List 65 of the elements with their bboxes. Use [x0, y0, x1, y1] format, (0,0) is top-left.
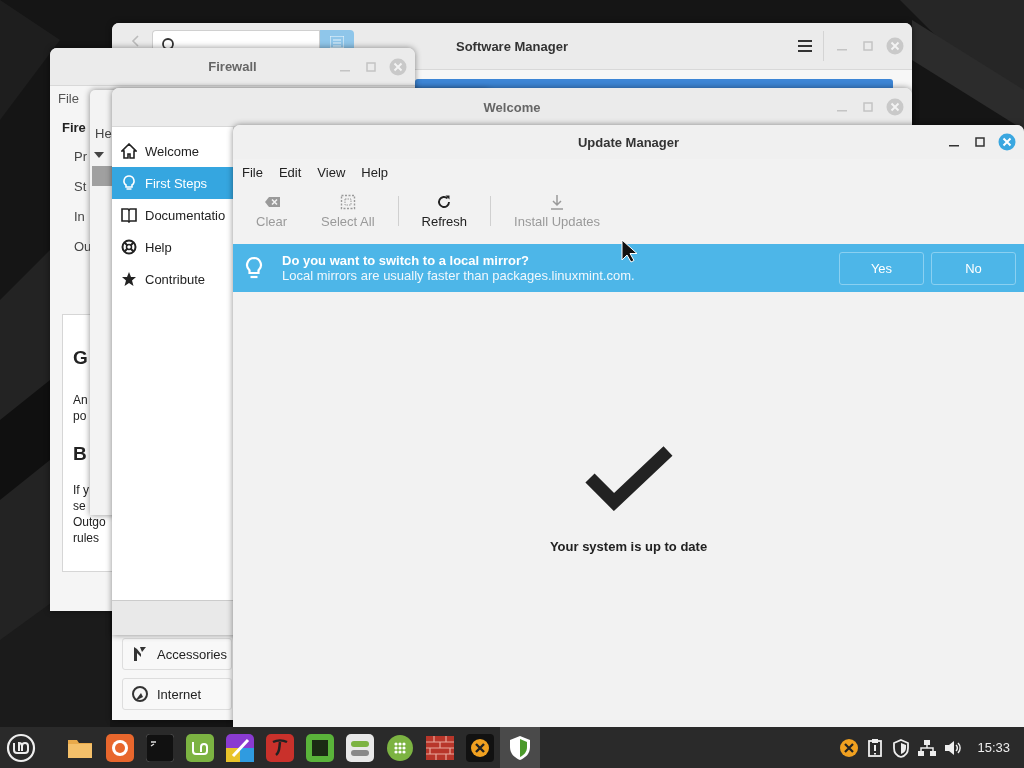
leaf-logo-icon — [186, 733, 214, 762]
screen-icon — [306, 733, 334, 762]
network-icon[interactable] — [917, 737, 938, 758]
cross-icon[interactable] — [839, 737, 860, 758]
window-title: Firewall — [208, 59, 257, 74]
panel-heading: B — [73, 442, 87, 465]
pointer-icon — [621, 239, 637, 263]
download-icon — [549, 193, 566, 210]
clock[interactable]: 15:33 — [977, 740, 1010, 755]
shield-icon[interactable] — [891, 737, 912, 758]
terminal-icon — [146, 733, 174, 762]
info-title: Do you want to switch to a local mirror? — [282, 253, 531, 268]
menu-item[interactable]: Help — [353, 164, 397, 180]
panel-text: Outgo — [73, 514, 106, 530]
setting-label: In — [74, 208, 85, 226]
dropdown-arrow-icon[interactable] — [94, 152, 104, 158]
setting-label: Ou — [74, 238, 92, 256]
menu-item[interactable]: File — [234, 164, 271, 180]
toggle-icon — [346, 733, 374, 762]
list-icon — [330, 36, 344, 48]
window-title: Update Manager — [577, 134, 680, 150]
taskbar-app-button[interactable] — [500, 727, 540, 768]
grid-icon — [386, 733, 414, 762]
status-text: Your system is up to date — [549, 539, 708, 554]
info-message: Local mirrors are usually faster than packages.linuxmint.com. — [282, 268, 636, 283]
section-heading: Fire — [62, 120, 86, 137]
sidebar-item[interactable]: Documentatio — [112, 199, 233, 231]
sidebar-item[interactable]: Help — [112, 231, 233, 263]
checkmark-icon — [583, 445, 674, 511]
paintbrush-icon — [226, 733, 254, 762]
window-title: Software Manager — [456, 38, 568, 54]
menu-item[interactable]: View — [309, 164, 354, 180]
panel-text: se — [73, 498, 86, 514]
setting-label: St — [74, 178, 87, 196]
refresh-icon — [436, 193, 453, 210]
lightbulb-icon — [121, 175, 137, 191]
menu-item[interactable]: Edit — [270, 164, 310, 180]
panel-text: An — [73, 392, 88, 408]
menu-item[interactable]: File — [50, 90, 87, 106]
menu-icon[interactable] — [797, 39, 813, 53]
dashed-square-icon — [339, 193, 356, 210]
category-button[interactable]: Accessories — [122, 638, 232, 670]
font-icon — [266, 733, 294, 762]
toolbar-button[interactable]: Refresh — [406, 191, 483, 231]
close-button[interactable] — [998, 133, 1016, 151]
lightbulb-icon — [243, 256, 265, 280]
maximize-button[interactable] — [972, 134, 988, 150]
brick-wall-icon — [426, 733, 454, 762]
menu-button[interactable] — [6, 732, 36, 763]
home-icon — [121, 143, 137, 159]
sidebar-item[interactable]: Contribute — [112, 263, 233, 295]
panel-text: po — [73, 408, 87, 424]
window-title: Welcome — [483, 99, 541, 115]
category-button[interactable]: Internet — [122, 678, 232, 710]
lifebuoy-icon — [121, 239, 137, 255]
menu-item[interactable]: He — [90, 126, 112, 146]
panel-text: rules — [73, 530, 99, 546]
setting-label: Pr — [74, 148, 87, 166]
cross-icon — [466, 733, 494, 762]
star-icon — [121, 271, 137, 287]
sidebar-item[interactable]: Welcome — [112, 135, 233, 167]
panel-heading: G — [73, 346, 88, 369]
search-field[interactable] — [152, 30, 320, 48]
book-icon — [121, 207, 137, 223]
panel-text: If y — [73, 482, 89, 498]
